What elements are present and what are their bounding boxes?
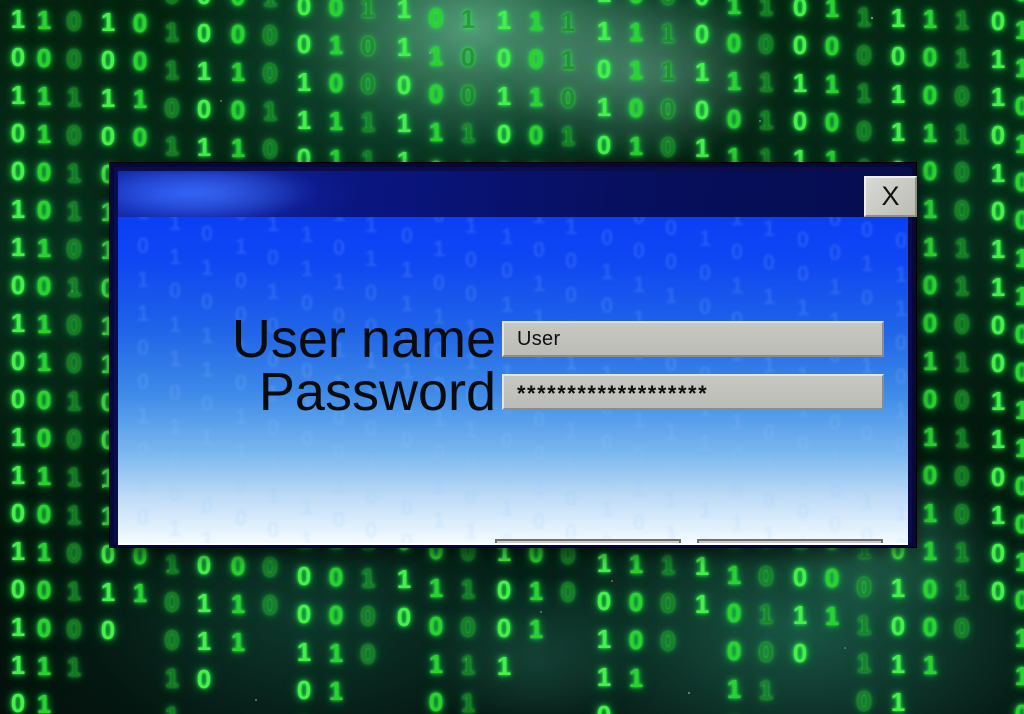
- titlebar-sheen: [118, 171, 418, 217]
- cancel-button[interactable]: Cancel: [495, 539, 681, 543]
- password-label: Password: [258, 362, 496, 422]
- dialog-body: 1 0 1 1 0 0 1 0 1 0 1 1 0 0 1 0 1 1 0 1 0…: [118, 217, 908, 545]
- binary-column: 1 0 1 0 0 1 1 0 1 0 0 1 1 0 1 0 1 1 0 0: [10, 4, 26, 714]
- binary-column: 0 0 1 1 1 0 1 0 0 1 1 0 1 0 1 0 0 1 1 0: [954, 5, 970, 643]
- dialog-glyph-column: 0 1 0 1 1 0 0 1 0 1 1 0 1 1 0 0 1 0 1 1: [894, 217, 908, 543]
- binary-column: 1 0 0 1 0 1 1 0 1 0 1 1 0 0 1 1 0 1 0 0: [990, 6, 1006, 606]
- binary-column: 0 1 1 0 1 0 0 1 1 0 0 1 1 0 0 1 0 1 1 0: [1014, 0, 1024, 714]
- username-row: User name User: [156, 312, 884, 366]
- next-button[interactable]: Next: [697, 539, 883, 543]
- dialog-button-row: Cancel Next: [495, 539, 883, 543]
- username-label: User name: [231, 309, 496, 369]
- dialog-titlebar: [118, 171, 908, 217]
- password-input[interactable]: *******************: [502, 374, 884, 410]
- dialog-glyph-column: 1 0 1 1 0 0 1 0 1 0 1 1 0 0 1 0 1 1 0 1: [136, 217, 150, 543]
- binary-column: 0 1 0 1 1 0 0 1 0 1 1 0 0 1 0 1 0 0 1 1: [36, 5, 52, 714]
- login-dialog: X 1 0 1 1 0 0 1 0 1 0 1 1 0 0 1 0 1 1 0 …: [110, 163, 917, 547]
- username-input[interactable]: User: [502, 321, 884, 357]
- binary-column: 1 1 0 0 1 0 1 1 0 1 0 0 1 0 1 1 0 1 0 1: [66, 6, 82, 682]
- password-row: Password *******************: [156, 365, 884, 419]
- screen: 1 0 1 0 0 1 1 0 1 0 0 1 1 0 1 0 1 1 0 0 0…: [0, 0, 1024, 714]
- binary-column: 1 1 1 0 0 1 0 1 1 0 0 1 0 1 0 1 1 0 0 1: [922, 4, 938, 680]
- close-icon[interactable]: X: [864, 176, 917, 217]
